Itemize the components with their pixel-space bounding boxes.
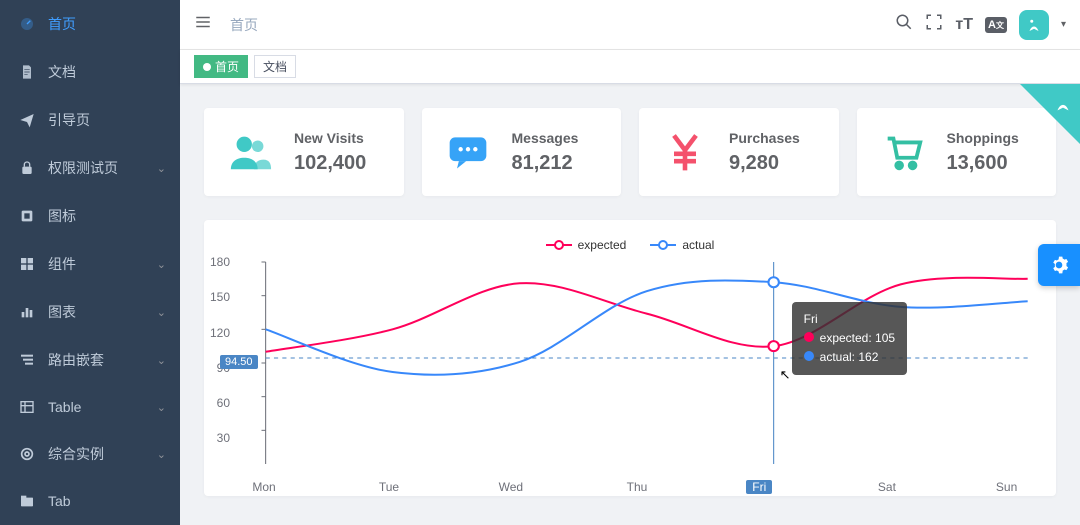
avatar[interactable] xyxy=(1019,10,1049,40)
content: New Visits 102,400 Messages 81,212 Purchases… xyxy=(180,84,1080,525)
document-icon xyxy=(18,63,36,81)
translate-icon[interactable]: A文 xyxy=(985,17,1007,33)
sidebar-item-label: 路由嵌套 xyxy=(48,350,104,370)
tab-icon xyxy=(18,492,36,510)
search-icon[interactable] xyxy=(895,13,913,36)
sidebar-item-label: 图标 xyxy=(48,206,76,226)
lock-icon xyxy=(18,159,36,177)
money-icon xyxy=(661,128,709,176)
panel-value: 9,280 xyxy=(729,152,800,175)
sidebar-item-label: 组件 xyxy=(48,254,76,274)
fullscreen-icon[interactable] xyxy=(925,13,943,36)
stat-panel-0[interactable]: New Visits 102,400 xyxy=(204,108,404,196)
legend-symbol xyxy=(546,239,572,251)
sidebar-item-label: Tab xyxy=(48,493,71,509)
sidebar-item-8[interactable]: Table ⌄ xyxy=(0,384,180,430)
panel-label: Shoppings xyxy=(947,130,1019,146)
chart-legend: expected actual xyxy=(224,238,1036,252)
breadcrumb[interactable]: 首页 xyxy=(230,15,258,35)
sidebar-item-10[interactable]: Tab xyxy=(0,478,180,524)
stat-panel-1[interactable]: Messages 81,212 xyxy=(422,108,622,196)
chevron-down-icon: ⌄ xyxy=(157,354,166,367)
hamburger-icon[interactable] xyxy=(194,13,212,36)
avatar-caret-icon[interactable]: ▾ xyxy=(1061,19,1066,30)
sidebar-item-4[interactable]: 图标 xyxy=(0,192,180,240)
legend-label: actual xyxy=(682,238,714,252)
chart-card: expected actual 306090120150180MonTueWedT… xyxy=(204,220,1056,496)
panel-label: Messages xyxy=(512,130,579,146)
sidebar-item-0[interactable]: 首页 xyxy=(0,0,180,48)
chevron-down-icon: ⌄ xyxy=(157,401,166,414)
corner-badge[interactable] xyxy=(1020,84,1080,144)
message-icon xyxy=(444,128,492,176)
font-size-icon[interactable]: тT xyxy=(955,16,973,34)
tags-view: 首页文档 xyxy=(180,50,1080,84)
x-axis-labels: MonTueWedThuFriSatSun xyxy=(264,480,1028,494)
sidebar-item-2[interactable]: 引导页 xyxy=(0,96,180,144)
sidebar-item-label: 综合实例 xyxy=(48,444,104,464)
legend-label: expected xyxy=(578,238,627,252)
chevron-down-icon: ⌄ xyxy=(157,162,166,175)
chevron-down-icon: ⌄ xyxy=(157,448,166,461)
sidebar-item-label: 引导页 xyxy=(48,110,90,130)
sidebar-item-9[interactable]: 综合实例 ⌄ xyxy=(0,430,180,478)
tag-0[interactable]: 首页 xyxy=(194,55,248,78)
ring-icon xyxy=(18,445,36,463)
bars-icon xyxy=(18,303,36,321)
table-icon xyxy=(18,398,36,416)
people-icon xyxy=(226,128,274,176)
sidebar-item-label: Table xyxy=(48,399,81,415)
grid-icon xyxy=(18,255,36,273)
sidebar-item-label: 文档 xyxy=(48,62,76,82)
main: 首页 тT A文 ▾ 首页文档 New Visits102,400Message… xyxy=(180,0,1080,525)
chart-area[interactable]: 306090120150180MonTueWedThuFriSatSun94.5… xyxy=(224,258,1036,488)
legend-item-actual[interactable]: actual xyxy=(650,238,714,252)
panel-value: 13,600 xyxy=(947,152,1019,175)
sidebar-item-7[interactable]: 路由嵌套 ⌄ xyxy=(0,336,180,384)
tag-1[interactable]: 文档 xyxy=(254,55,296,78)
sidebar-item-label: 权限测试页 xyxy=(48,158,118,178)
legend-symbol xyxy=(650,239,676,251)
dashboard-icon xyxy=(18,15,36,33)
cart-icon xyxy=(879,128,927,176)
nested-icon xyxy=(18,351,36,369)
panel-value: 102,400 xyxy=(294,152,366,175)
sidebar-item-5[interactable]: 组件 ⌄ xyxy=(0,240,180,288)
panel-label: Purchases xyxy=(729,130,800,146)
sidebar-item-1[interactable]: 文档 xyxy=(0,48,180,96)
sidebar-item-6[interactable]: 图表 ⌄ xyxy=(0,288,180,336)
stat-panels: New Visits 102,400 Messages 81,212 Purchases… xyxy=(204,108,1056,196)
marker-label: 94.50 xyxy=(220,355,258,369)
navbar: 首页 тT A文 ▾ xyxy=(180,0,1080,50)
sidebar-item-3[interactable]: 权限测试页 ⌄ xyxy=(0,144,180,192)
stat-panel-2[interactable]: Purchases 9,280 xyxy=(639,108,839,196)
chevron-down-icon: ⌄ xyxy=(157,258,166,271)
square-icon xyxy=(18,207,36,225)
panel-value: 81,212 xyxy=(512,152,579,175)
send-icon xyxy=(18,111,36,129)
sidebar-item-label: 图表 xyxy=(48,302,76,322)
sidebar-item-label: 首页 xyxy=(48,14,76,34)
sidebar: 首页文档引导页权限测试页 ⌄ 图标组件 ⌄ 图表 ⌄ 路由嵌套 ⌄ Table ⌄ 综合实例 ⌄ Tab xyxy=(0,0,180,525)
chevron-down-icon: ⌄ xyxy=(157,306,166,319)
panel-label: New Visits xyxy=(294,130,366,146)
settings-button[interactable] xyxy=(1038,244,1080,286)
legend-item-expected[interactable]: expected xyxy=(546,238,627,252)
